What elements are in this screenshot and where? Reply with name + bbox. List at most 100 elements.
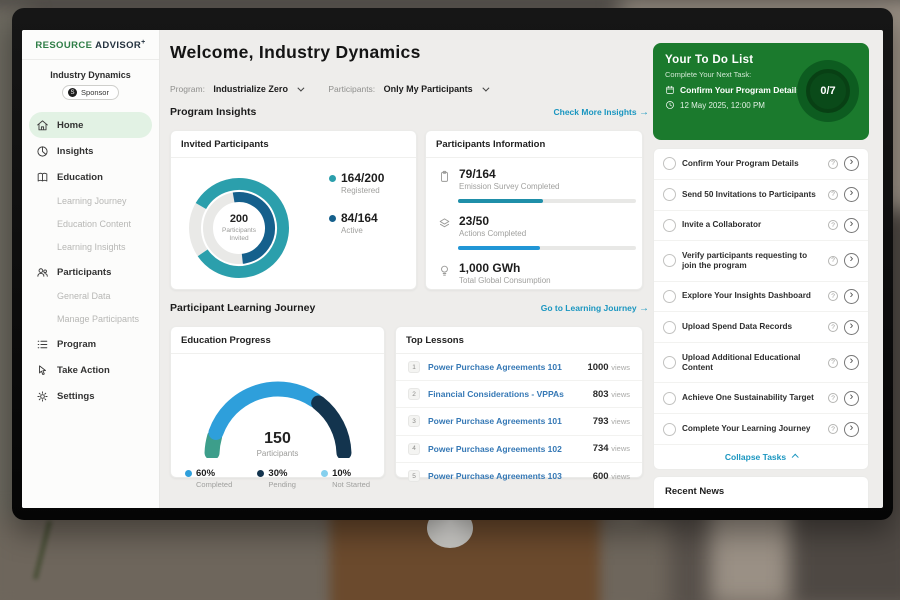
help-icon[interactable]: ? <box>828 159 838 169</box>
go-to-learning-journey-link[interactable]: Go to Learning Journey → <box>541 303 649 314</box>
program-filter-value: Industrialize Zero <box>213 84 288 94</box>
sidebar-item-learning-insights[interactable]: Learning Insights <box>22 236 159 259</box>
participants-info-card: Participants Information 79/164 Emission… <box>425 130 643 290</box>
chevron-right-icon[interactable]: › <box>844 156 859 171</box>
task-checkbox[interactable] <box>663 392 676 405</box>
collapse-tasks-link[interactable]: Collapse Tasks <box>654 445 868 469</box>
chevron-right-icon[interactable]: › <box>844 289 859 304</box>
lesson-link[interactable]: Power Purchase Agreements 101 <box>428 416 585 426</box>
task-row[interactable]: Upload Spend Data Records ? › <box>654 312 868 343</box>
task-row[interactable]: Invite a Collaborator ? › <box>654 211 868 242</box>
task-checkbox[interactable] <box>663 157 676 170</box>
sidebar-item-participants[interactable]: Participants <box>22 259 159 285</box>
chevron-right-icon[interactable]: › <box>844 253 859 268</box>
task-label: Achieve One Sustainability Target <box>682 393 822 403</box>
completed-dot-icon <box>185 470 192 477</box>
task-row[interactable]: Confirm Your Program Details ? › <box>654 149 868 180</box>
lesson-link[interactable]: Power Purchase Agreements 102 <box>428 444 585 454</box>
survey-clipboard-icon <box>438 170 451 183</box>
help-icon[interactable]: ? <box>828 190 838 200</box>
help-icon[interactable]: ? <box>828 256 838 266</box>
task-row[interactable]: Verify participants requesting to join t… <box>654 241 868 281</box>
help-icon[interactable]: ? <box>828 424 838 434</box>
todo-column: Your To Do List Complete Your Next Task:… <box>653 30 869 508</box>
program-filter[interactable]: Program: Industrialize Zero <box>170 79 302 97</box>
task-checkbox[interactable] <box>663 423 676 436</box>
check-more-insights-link[interactable]: Check More Insights → <box>553 107 649 118</box>
help-icon[interactable]: ? <box>828 393 838 403</box>
lesson-row: 3 Power Purchase Agreements 101 793 view… <box>396 408 642 435</box>
task-label: Verify participants requesting to join t… <box>682 251 822 272</box>
sidebar-item-general-data[interactable]: General Data <box>22 285 159 308</box>
arrow-right-icon: → <box>639 107 649 118</box>
top-lessons-title: Top Lessons <box>396 327 642 354</box>
lesson-link[interactable]: Financial Considerations - VPPAs <box>428 389 585 399</box>
task-row[interactable]: Send 50 Invitations to Participants ? › <box>654 180 868 211</box>
lesson-views: 734 views <box>593 443 630 454</box>
sponsor-badge[interactable]: S Sponsor <box>62 85 119 100</box>
sponsor-badge-label: Sponsor <box>81 88 109 97</box>
sidebar-item-learning-journey[interactable]: Learning Journey <box>22 190 159 213</box>
emission-survey-progressbar <box>458 199 636 203</box>
sidebar-item-manage-participants[interactable]: Manage Participants <box>22 308 159 331</box>
chevron-right-icon[interactable]: › <box>844 422 859 437</box>
help-icon[interactable]: ? <box>828 322 838 332</box>
task-checkbox[interactable] <box>663 290 676 303</box>
legend-registered: 164/200 Registered <box>329 171 384 195</box>
task-checkbox[interactable] <box>663 219 676 232</box>
people-icon <box>36 266 49 279</box>
not-started-dot-icon <box>321 470 328 477</box>
task-checkbox[interactable] <box>663 254 676 267</box>
chevron-down-icon <box>298 85 305 92</box>
chevron-right-icon[interactable]: › <box>844 391 859 406</box>
chevron-right-icon[interactable]: › <box>844 355 859 370</box>
page-title: Welcome, Industry Dynamics <box>170 42 421 63</box>
sidebar-item-insights[interactable]: Insights <box>22 138 159 164</box>
task-checkbox[interactable] <box>663 188 676 201</box>
help-icon[interactable]: ? <box>828 291 838 301</box>
sidebar-item-take-action[interactable]: Take Action <box>22 357 159 383</box>
legend-pending: 30% Pending <box>257 468 296 489</box>
program-filter-label: Program: <box>170 84 205 94</box>
lesson-rank: 5 <box>408 470 420 482</box>
task-row[interactable]: Achieve One Sustainability Target ? › <box>654 383 868 414</box>
education-progress-title: Education Progress <box>171 327 384 354</box>
legend-active: 84/164 Active <box>329 211 384 235</box>
task-label: Upload Additional Educational Content <box>682 353 822 374</box>
help-icon[interactable]: ? <box>828 358 838 368</box>
sidebar-item-program[interactable]: Program <box>22 331 159 357</box>
book-icon <box>36 171 49 184</box>
sidebar-item-label: Education <box>57 172 103 183</box>
sidebar-item-settings[interactable]: Settings <box>22 383 159 409</box>
chevron-right-icon[interactable]: › <box>844 320 859 335</box>
lesson-row: 5 Power Purchase Agreements 103 600 view… <box>396 463 642 490</box>
task-row[interactable]: Explore Your Insights Dashboard ? › <box>654 282 868 313</box>
task-row[interactable]: Complete Your Learning Journey ? › <box>654 414 868 445</box>
lesson-views: 803 views <box>593 389 630 400</box>
sidebar: RESOURCE ADVISOR+ Industry Dynamics S Sp… <box>22 30 160 508</box>
sidebar-item-label: Home <box>57 120 83 131</box>
sidebar-item-home[interactable]: Home <box>29 112 152 138</box>
todo-task-list: Confirm Your Program Details ? › Send 50… <box>653 148 869 470</box>
task-label: Invite a Collaborator <box>682 220 822 230</box>
actions-progressbar <box>458 246 636 250</box>
pointer-icon <box>36 364 49 377</box>
help-icon[interactable]: ? <box>828 220 838 230</box>
participants-filter-label: Participants: <box>328 84 375 94</box>
actions-stack-icon <box>438 217 451 230</box>
chevron-right-icon[interactable]: › <box>844 218 859 233</box>
sidebar-item-education-content[interactable]: Education Content <box>22 213 159 236</box>
global-consumption-row: 1,000 GWh Total Global Consumption <box>426 252 642 287</box>
task-checkbox[interactable] <box>663 321 676 334</box>
participants-filter-value: Only My Participants <box>384 84 473 94</box>
lesson-link[interactable]: Power Purchase Agreements 103 <box>428 471 585 481</box>
logo-part-advisor: ADVISOR <box>95 40 141 51</box>
participants-filter[interactable]: Participants: Only My Participants <box>328 79 487 97</box>
sidebar-item-education[interactable]: Education <box>22 164 159 190</box>
lesson-link[interactable]: Power Purchase Agreements 101 <box>428 362 579 372</box>
task-checkbox[interactable] <box>663 356 676 369</box>
chevron-right-icon[interactable]: › <box>844 187 859 202</box>
lesson-rank: 1 <box>408 361 420 373</box>
sponsor-icon: S <box>68 88 77 97</box>
task-row[interactable]: Upload Additional Educational Content ? … <box>654 343 868 383</box>
